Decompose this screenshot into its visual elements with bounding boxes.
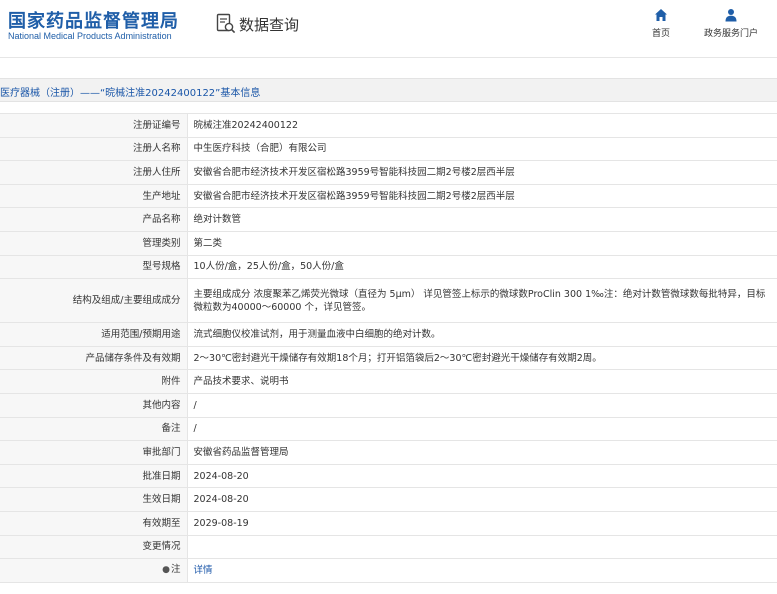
user-icon xyxy=(725,9,737,22)
row-label: 其他内容 xyxy=(0,392,188,418)
table-row: 注册人名称 中生医疗科技（合肥）有限公司 xyxy=(0,136,777,162)
row-label: 型号规格 xyxy=(0,254,188,280)
table-row: 注册人住所 安徽省合肥市经济技术开发区宿松路3959号智能科技园二期2号楼2层西半… xyxy=(0,160,777,185)
row-value: 晥械注准20242400122 xyxy=(186,113,777,138)
row-label: 注册人名称 xyxy=(0,136,188,162)
table-row: 管理类别 第二类 xyxy=(0,230,777,256)
row-label: 结构及组成/主要组成成分 xyxy=(0,278,188,324)
breadcrumb: 医疗器械（注册）——“晥械注准20242400122”基本信息 xyxy=(0,78,777,102)
table-row: 有效期至 2029-08-19 xyxy=(0,510,777,536)
row-value: / xyxy=(186,416,777,442)
row-label: 注 xyxy=(170,564,181,576)
table-row: 生效日期 2024-08-20 xyxy=(0,487,777,512)
site-header: 国家药品监督管理局 National Medical Products Admi… xyxy=(0,0,777,58)
nav-service-portal-label: 政务服务门户 xyxy=(704,29,759,39)
row-value: 2024-08-20 xyxy=(186,463,777,489)
table-row: 产品名称 绝对计数管 xyxy=(0,207,777,232)
row-value: 产品技术要求、说明书 xyxy=(186,369,777,394)
site-logo-subtitle: National Medical Products Administration xyxy=(8,31,172,41)
row-value: 中生医疗科技（合肥）有限公司 xyxy=(186,136,777,162)
table-row: 生产地址 安徽省合肥市经济技术开发区宿松路3959号智能科技园二期2号楼2层西半层 xyxy=(0,183,777,209)
table-row: 附件 产品技术要求、说明书 xyxy=(0,369,777,394)
note-label-cell: ●注 xyxy=(0,558,188,583)
row-label: 注册人住所 xyxy=(0,160,188,185)
table-row: 备注 / xyxy=(0,416,777,442)
data-query-heading: 数据查询 xyxy=(216,12,299,36)
row-value: / xyxy=(186,392,777,418)
table-row: 变更情况 xyxy=(0,534,777,560)
table-row: 审批部门 安徽省药品监督管理局 xyxy=(0,440,777,465)
nav-home[interactable]: 首页 xyxy=(652,8,670,39)
row-value xyxy=(186,534,777,560)
row-label: 管理类别 xyxy=(0,230,188,256)
row-value: 绝对计数管 xyxy=(186,207,777,232)
row-value: 安徽省合肥市经济技术开发区宿松路3959号智能科技园二期2号楼2层西半层 xyxy=(186,183,777,209)
site-logo-title[interactable]: 国家药品监督管理局 xyxy=(8,7,179,33)
table-row: 结构及组成/主要组成成分 主要组成成分 浓度聚苯乙烯荧光微球（直径为 5μm） 详… xyxy=(0,278,777,324)
nav-home-label: 首页 xyxy=(652,29,671,39)
row-value: 2029-08-19 xyxy=(186,510,777,536)
row-label: 产品储存条件及有效期 xyxy=(0,345,188,371)
data-query-title: 数据查询 xyxy=(239,15,300,34)
row-value: 第二类 xyxy=(186,230,777,256)
row-value: 10人份/盒，25人份/盒，50人份/盒 xyxy=(186,254,777,280)
document-search-icon xyxy=(216,13,236,34)
table-row: 注册证编号 晥械注准20242400122 xyxy=(0,113,777,138)
row-value: 2024-08-20 xyxy=(186,487,777,512)
row-label: 附件 xyxy=(0,369,188,394)
row-label: 备注 xyxy=(0,416,188,442)
details-link[interactable]: 详情 xyxy=(194,565,213,576)
row-label: 适用范围/预期用途 xyxy=(0,322,188,347)
row-label: 生产地址 xyxy=(0,183,188,209)
row-label: 变更情况 xyxy=(0,534,188,560)
note-value-cell: 详情 xyxy=(186,558,777,583)
table-row: 产品储存条件及有效期 2～30℃密封避光干燥储存有效期18个月；打开铝箔袋后2～3… xyxy=(0,345,777,371)
breadcrumb-text: 医疗器械（注册）——“晥械注准20242400122”基本信息 xyxy=(0,88,261,99)
nav-service-portal[interactable]: 政务服务门户 xyxy=(704,8,758,39)
row-value: 安徽省合肥市经济技术开发区宿松路3959号智能科技园二期2号楼2层西半层 xyxy=(186,160,777,185)
row-label: 生效日期 xyxy=(0,487,188,512)
row-label: 注册证编号 xyxy=(0,113,188,138)
home-icon xyxy=(655,9,667,21)
row-label: 审批部门 xyxy=(0,440,188,465)
row-value: 2～30℃密封避光干燥储存有效期18个月；打开铝箔袋后2～30℃密封避光干燥储存… xyxy=(186,345,777,371)
table-row: 适用范围/预期用途 流式细胞仪校准试剂，用于测量血液中白细胞的绝对计数。 xyxy=(0,322,777,347)
row-value: 流式细胞仪校准试剂，用于测量血液中白细胞的绝对计数。 xyxy=(186,322,777,347)
row-value: 安徽省药品监督管理局 xyxy=(186,440,777,465)
pin-icon: ● xyxy=(162,565,170,576)
row-label: 产品名称 xyxy=(0,207,188,232)
row-value: 主要组成成分 浓度聚苯乙烯荧光微球（直径为 5μm） 详见管签上标示的微球数Pr… xyxy=(186,278,777,324)
table-row: 批准日期 2024-08-20 xyxy=(0,463,777,489)
registration-info-table: 注册证编号 晥械注准20242400122 注册人名称 中生医疗科技（合肥）有限公司… xyxy=(0,113,777,583)
table-row: 其他内容 / xyxy=(0,392,777,418)
table-row: ●注 详情 xyxy=(0,558,777,583)
table-row: 型号规格 10人份/盒，25人份/盒，50人份/盒 xyxy=(0,254,777,280)
row-label: 有效期至 xyxy=(0,510,188,536)
row-label: 批准日期 xyxy=(0,463,188,489)
